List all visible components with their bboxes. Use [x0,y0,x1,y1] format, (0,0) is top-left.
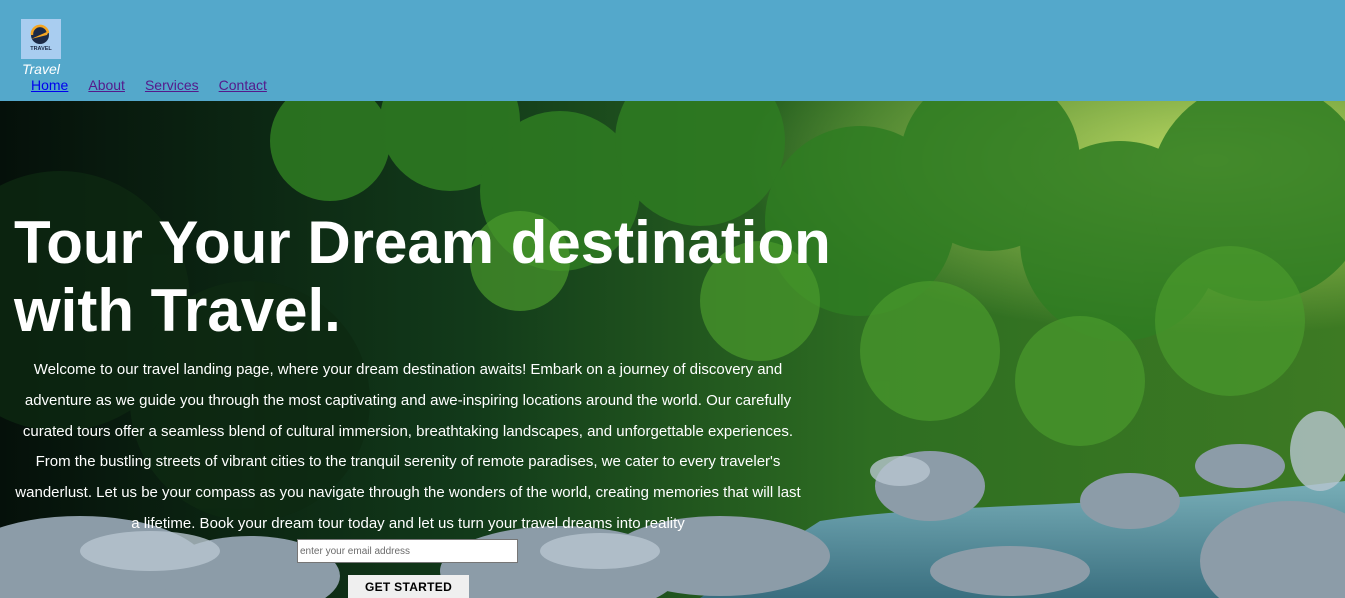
hero-title-line2: with Travel. [14,277,341,344]
globe-plane-icon: TRAVEL [21,19,61,59]
site-header: TRAVEL Travel Home About Services Contac… [0,0,1345,101]
hero-title: Tour Your Dream destination with Travel. [14,209,834,345]
get-started-button[interactable]: GET STARTED [348,575,469,598]
hero-section: Tour Your Dream destination with Travel.… [0,101,1345,598]
nav-home-link[interactable]: Home [31,77,68,93]
hero-title-line1: Tour Your Dream destination [14,209,831,276]
hero-description: Welcome to our travel landing page, wher… [15,361,801,532]
nav-about-link[interactable]: About [88,77,125,93]
travel-logo-icon[interactable]: TRAVEL [21,19,61,59]
nav-services-link[interactable]: Services [145,77,199,93]
main-nav: Home About Services Contact [31,77,267,93]
email-input[interactable] [297,539,518,563]
nav-contact-link[interactable]: Contact [219,77,267,93]
logo-badge-text: TRAVEL [30,46,52,52]
logo-text: Travel [22,61,60,77]
